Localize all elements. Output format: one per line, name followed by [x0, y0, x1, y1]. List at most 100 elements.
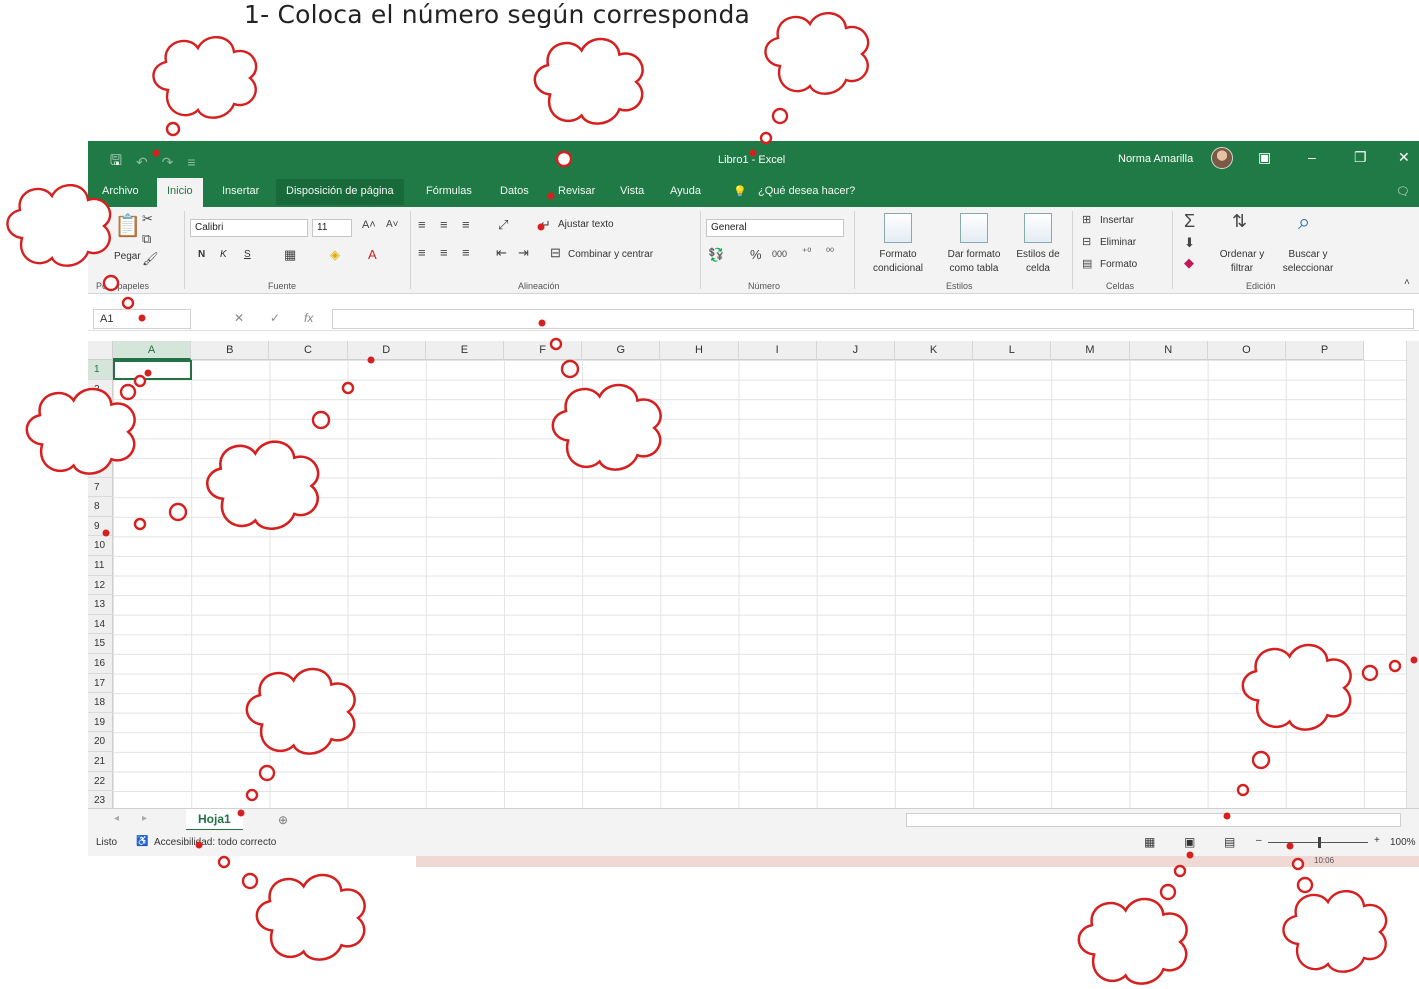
- zoom-in-icon[interactable]: +: [1374, 835, 1380, 846]
- copy-icon[interactable]: ⧉: [142, 231, 151, 247]
- prev-sheet-icon[interactable]: ◂: [114, 813, 119, 824]
- orientation-icon[interactable]: ⤢: [498, 217, 508, 233]
- cell-styles-icon[interactable]: [1024, 213, 1052, 243]
- enter-icon[interactable]: ✓: [270, 311, 280, 325]
- wrap-text-button[interactable]: Ajustar texto: [558, 219, 614, 230]
- restore-icon[interactable]: ❐: [1354, 149, 1367, 166]
- row-header[interactable]: 1: [88, 360, 113, 380]
- column-header[interactable]: C: [269, 341, 348, 360]
- cell-styles-label-2[interactable]: celda: [1006, 263, 1070, 274]
- column-header[interactable]: L: [973, 341, 1052, 360]
- align-right-icon[interactable]: ≡: [462, 245, 470, 260]
- row-header[interactable]: 6: [88, 458, 113, 478]
- row-header[interactable]: 14: [88, 614, 113, 635]
- column-header[interactable]: K: [895, 341, 974, 360]
- name-box[interactable]: A1: [93, 309, 191, 329]
- row-header[interactable]: 19: [88, 712, 113, 733]
- row-header[interactable]: 5: [88, 438, 113, 458]
- row-header[interactable]: 8: [88, 497, 113, 517]
- callout-cloud[interactable]: [1282, 889, 1388, 973]
- align-top-icon[interactable]: ≡: [418, 217, 426, 232]
- format-cells-icon[interactable]: ▤: [1082, 257, 1092, 270]
- row-header[interactable]: 18: [88, 693, 113, 713]
- avatar[interactable]: [1211, 147, 1233, 169]
- grow-font-icon[interactable]: A˄: [362, 219, 376, 231]
- align-left-icon[interactable]: ≡: [418, 245, 426, 260]
- accessibility-icon[interactable]: ♿: [136, 836, 148, 847]
- save-icon[interactable]: 🖫: [110, 150, 122, 174]
- formula-input[interactable]: [332, 309, 1414, 329]
- row-header[interactable]: 12: [88, 575, 113, 596]
- shrink-font-icon[interactable]: A˅: [386, 219, 399, 230]
- column-header[interactable]: B: [191, 341, 270, 360]
- number-format-box[interactable]: General: [706, 219, 844, 237]
- format-cells-button[interactable]: Formato: [1100, 259, 1137, 270]
- row-header[interactable]: 22: [88, 771, 113, 792]
- column-header[interactable]: M: [1051, 341, 1130, 360]
- row-header[interactable]: 20: [88, 732, 113, 752]
- ribbon-display-options-icon[interactable]: ▣: [1258, 149, 1271, 166]
- callout-cloud[interactable]: [152, 35, 258, 119]
- page-layout-view-icon[interactable]: ▣: [1184, 835, 1195, 849]
- redo-icon[interactable]: ↷: [162, 154, 174, 171]
- normal-view-icon[interactable]: ▦: [1144, 835, 1155, 849]
- column-header[interactable]: A: [113, 341, 192, 360]
- fill-color-icon[interactable]: ◈: [330, 247, 340, 263]
- decrease-indent-icon[interactable]: ⇤: [496, 245, 507, 261]
- paste-label[interactable]: Pegar: [114, 251, 141, 262]
- format-as-table-label-2[interactable]: como tabla: [938, 263, 1010, 274]
- paste-icon[interactable]: 📋: [114, 213, 141, 239]
- tell-me-box[interactable]: ¿Qué desea hacer?: [758, 185, 855, 197]
- decrease-decimal-icon[interactable]: ⁰⁰: [826, 247, 834, 258]
- format-painter-icon[interactable]: 🖌: [142, 251, 159, 267]
- cell-grid[interactable]: [113, 360, 1406, 808]
- font-name-box[interactable]: Calibri: [190, 219, 308, 237]
- bold-button[interactable]: N: [198, 249, 205, 260]
- callout-cloud[interactable]: [255, 873, 366, 961]
- tab-archivo[interactable]: Archivo: [102, 185, 139, 197]
- new-sheet-icon[interactable]: ⊕: [278, 813, 288, 827]
- column-header[interactable]: D: [347, 341, 426, 360]
- horizontal-scrollbar[interactable]: [906, 813, 1401, 827]
- align-middle-icon[interactable]: ≡: [440, 217, 448, 232]
- row-header[interactable]: 2: [88, 379, 113, 400]
- sheet-tab-hoja1[interactable]: Hoja1: [186, 809, 243, 831]
- borders-icon[interactable]: ▦: [284, 247, 296, 263]
- tab-insertar[interactable]: Insertar: [222, 185, 259, 197]
- column-header[interactable]: F: [504, 341, 583, 360]
- column-header[interactable]: N: [1129, 341, 1208, 360]
- row-header[interactable]: 3: [88, 399, 113, 419]
- conditional-format-label-2[interactable]: condicional: [862, 263, 934, 274]
- sort-filter-icon[interactable]: ⇅: [1232, 211, 1247, 232]
- row-header[interactable]: 13: [88, 595, 113, 615]
- autosum-icon[interactable]: Σ: [1184, 211, 1195, 232]
- insert-function-icon[interactable]: fx: [304, 311, 313, 325]
- callout-cloud[interactable]: [533, 37, 644, 125]
- wrap-text-icon[interactable]: ↵: [540, 217, 551, 233]
- zoom-out-icon[interactable]: –: [1256, 835, 1262, 846]
- fill-icon[interactable]: ⬇: [1184, 235, 1195, 251]
- column-header[interactable]: H: [660, 341, 739, 360]
- column-header[interactable]: E: [425, 341, 504, 360]
- column-header[interactable]: P: [1286, 341, 1365, 360]
- sort-filter-label-2[interactable]: filtrar: [1212, 263, 1272, 274]
- active-cell[interactable]: [113, 360, 192, 380]
- vertical-scrollbar[interactable]: [1406, 341, 1419, 808]
- tab-disposicion[interactable]: Disposición de página: [276, 179, 404, 205]
- align-center-icon[interactable]: ≡: [440, 245, 448, 260]
- column-header[interactable]: I: [738, 341, 817, 360]
- column-header[interactable]: G: [582, 341, 661, 360]
- increase-indent-icon[interactable]: ⇥: [518, 245, 529, 261]
- tab-formulas[interactable]: Fórmulas: [426, 185, 472, 197]
- row-header[interactable]: 11: [88, 556, 113, 576]
- italic-button[interactable]: K: [220, 249, 227, 260]
- format-as-table-icon[interactable]: [960, 213, 988, 243]
- find-select-label-2[interactable]: seleccionar: [1274, 263, 1342, 274]
- row-header[interactable]: 21: [88, 752, 113, 772]
- tab-datos[interactable]: Datos: [500, 185, 529, 197]
- tab-revisar[interactable]: Revisar: [558, 185, 595, 197]
- comments-icon[interactable]: 🗨: [1396, 185, 1410, 198]
- find-select-label-1[interactable]: Buscar y: [1274, 249, 1342, 260]
- collapse-ribbon-icon[interactable]: ˄: [1404, 277, 1410, 288]
- tab-ayuda[interactable]: Ayuda: [670, 185, 701, 197]
